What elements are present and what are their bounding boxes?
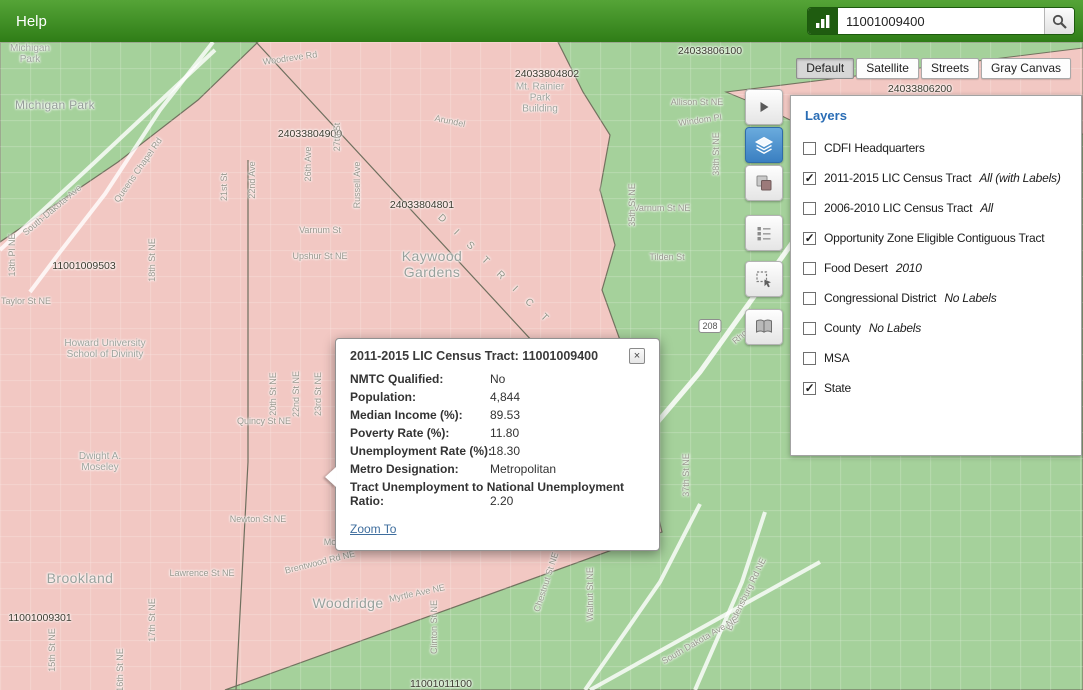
top-bar: Help [0,0,1083,42]
layer-item: ✓ Opportunity Zone Eligible Contiguous Tr… [791,223,1081,253]
select-tool-icon [755,270,773,288]
layer-checkbox[interactable] [803,292,816,305]
search-input[interactable] [838,8,1044,34]
layer-label: Congressional District [824,291,936,305]
popup-field-row: Tract Unemployment to National Unemploym… [350,480,645,508]
popup-field-label: Poverty Rate (%): [350,426,449,440]
popup-field-row: Population: 4,844 [350,390,645,404]
popup-field-value: No [490,372,505,386]
layer-item: 2006-2010 LIC Census Tract All [791,193,1081,223]
popup-field-label: Tract Unemployment to National Unemploym… [350,480,624,508]
layer-checkbox[interactable] [803,142,816,155]
tool-button-layers[interactable] [745,127,783,163]
search-button[interactable] [1044,8,1074,34]
popup-close-button[interactable]: × [629,348,645,364]
layer-note: All (with Labels) [979,171,1060,185]
tool-button-bookmarks[interactable] [745,309,783,345]
popup-title: 2011-2015 LIC Census Tract: 11001009400 [350,349,598,363]
basemap-button-gray-canvas[interactable]: Gray Canvas [981,58,1071,79]
map-toolbar [745,89,783,347]
layer-label: Opportunity Zone Eligible Contiguous Tra… [824,231,1044,245]
layer-item: CDFI Headquarters [791,133,1081,163]
tool-button-select[interactable] [745,261,783,297]
bar-chart-icon [815,14,831,29]
basemap-toggle: DefaultSatelliteStreetsGray Canvas [796,58,1071,79]
legend-icon [755,224,773,242]
layers-panel: Layers CDFI Headquarters ✓ 2011-2015 LIC C… [790,95,1082,456]
layer-note: All [980,201,993,215]
layer-label: State [824,381,851,395]
popup-field-label: NMTC Qualified: [350,372,443,386]
cims-mapping-app: Help [0,0,1083,690]
popup-field-label: Population: [350,390,416,404]
layer-checkbox[interactable] [803,262,816,275]
layer-item: Congressional District No Labels [791,283,1081,313]
play-icon [756,99,772,115]
layer-item: ✓ 2011-2015 LIC Census Tract All (with Lab… [791,163,1081,193]
zoom-to-link[interactable]: Zoom To [350,522,396,536]
popup-field-value: Metropolitan [490,462,556,476]
help-link[interactable]: Help [16,13,47,30]
popup-field-row: Metro Designation: Metropolitan [350,462,645,476]
layer-checkbox[interactable] [803,202,816,215]
popup-field-row: Median Income (%): 89.53 [350,408,645,422]
popup-field-value: 11.80 [490,426,519,440]
basemap-button-default[interactable]: Default [796,58,854,79]
layers-list: CDFI Headquarters ✓ 2011-2015 LIC Census T… [791,133,1081,403]
popup-field-row: NMTC Qualified: No [350,372,645,386]
layer-note: No Labels [869,321,921,335]
tool-button-basemaps[interactable] [745,165,783,201]
popup-field-row: Poverty Rate (%): 11.80 [350,426,645,440]
layer-note: 2010 [896,261,922,275]
popup-header: 2011-2015 LIC Census Tract: 11001009400 … [350,349,645,363]
popup-field-value: 2.20 [490,494,513,508]
chart-button[interactable] [808,8,838,34]
popup-field-value: 4,844 [490,390,520,404]
popup-fields: NMTC Qualified: No Population: 4,844 Median … [350,372,645,508]
magnifier-icon [1051,13,1068,30]
map-canvas[interactable]: 2403380610024033804802240338062002403380… [0,42,1083,690]
layer-checkbox[interactable] [803,352,816,365]
book-icon [754,318,774,336]
layer-checkbox[interactable] [803,322,816,335]
layer-item: County No Labels [791,313,1081,343]
layer-label: County [824,321,861,335]
popup-pointer [325,467,336,487]
popup-field-label: Unemployment Rate (%): [350,444,492,458]
layer-item: Food Desert 2010 [791,253,1081,283]
layer-label: Food Desert [824,261,888,275]
layer-checkbox[interactable]: ✓ [803,172,816,185]
basemap-button-satellite[interactable]: Satellite [856,58,919,79]
search-box [807,7,1075,35]
layer-label: CDFI Headquarters [824,141,925,155]
tool-button-overview[interactable] [745,89,783,125]
layers-panel-title: Layers [791,96,1081,133]
layer-item: ✓ State [791,373,1081,403]
layer-label: 2011-2015 LIC Census Tract [824,171,971,185]
popup-field-label: Metro Designation: [350,462,459,476]
tool-button-legend[interactable] [745,215,783,251]
popup-field-value: 18.30 [490,444,520,458]
overlapping-squares-icon [755,174,773,192]
popup-field-label: Median Income (%): [350,408,463,422]
tract-info-popup: 2011-2015 LIC Census Tract: 11001009400 … [335,338,660,551]
layer-checkbox[interactable]: ✓ [803,382,816,395]
layer-label: 2006-2010 LIC Census Tract [824,201,972,215]
layer-checkbox[interactable]: ✓ [803,232,816,245]
basemap-button-streets[interactable]: Streets [921,58,979,79]
layers-icon [754,135,774,155]
layer-item: MSA [791,343,1081,373]
layer-note: No Labels [944,291,996,305]
layer-label: MSA [824,351,849,365]
popup-field-row: Unemployment Rate (%):18.30 [350,444,645,458]
popup-field-value: 89.53 [490,408,520,422]
